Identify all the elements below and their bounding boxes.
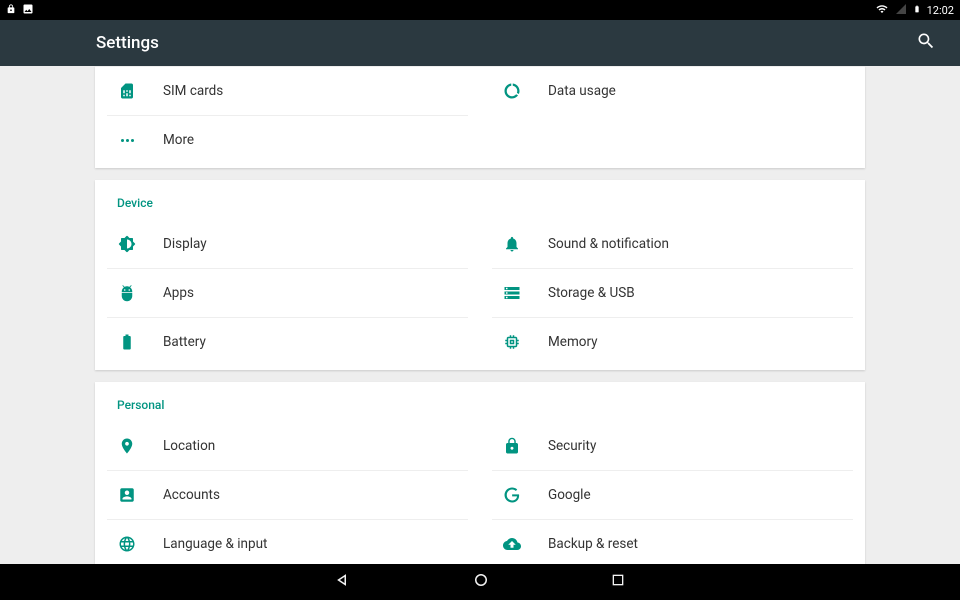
item-label: Google <box>548 487 591 503</box>
sim-icon <box>118 82 136 100</box>
search-button[interactable] <box>916 31 936 55</box>
nav-home-button[interactable] <box>472 571 490 593</box>
personal-card: Personal Location Security Accounts <box>95 382 865 564</box>
home-icon <box>472 571 490 589</box>
item-label: Language & input <box>163 536 267 552</box>
settings-item-memory[interactable]: Memory <box>480 318 865 366</box>
settings-item-location[interactable]: Location <box>95 422 480 470</box>
item-label: Apps <box>163 285 194 301</box>
item-label: Display <box>163 236 207 252</box>
section-header-device: Device <box>95 180 865 220</box>
item-label: More <box>163 132 194 148</box>
item-label: Memory <box>548 334 598 350</box>
settings-item-sim-cards[interactable]: SIM cards <box>95 67 480 115</box>
backup-icon <box>503 535 521 553</box>
navigation-bar <box>0 564 960 600</box>
item-label: Location <box>163 438 215 454</box>
globe-icon <box>118 535 136 553</box>
screenshot-icon <box>22 3 34 18</box>
google-icon <box>503 486 521 504</box>
device-card: Device Display Sound & notification A <box>95 180 865 370</box>
settings-item-data-usage[interactable]: Data usage <box>480 67 865 115</box>
item-label: Backup & reset <box>548 536 638 552</box>
back-icon <box>334 571 352 589</box>
settings-item-battery[interactable]: Battery <box>95 318 480 366</box>
more-icon <box>121 139 134 142</box>
nav-back-button[interactable] <box>334 571 352 593</box>
item-label: SIM cards <box>163 83 223 99</box>
settings-item-accounts[interactable]: Accounts <box>95 471 480 519</box>
data-usage-icon <box>503 82 521 100</box>
settings-item-backup[interactable]: Backup & reset <box>480 520 865 564</box>
settings-item-language[interactable]: Language & input <box>95 520 480 564</box>
status-bar: 12:02 <box>0 0 960 20</box>
recent-icon <box>610 572 626 588</box>
memory-icon <box>503 333 521 351</box>
settings-item-security[interactable]: Security <box>480 422 865 470</box>
settings-item-sound[interactable]: Sound & notification <box>480 220 865 268</box>
settings-item-more[interactable]: More <box>95 116 480 164</box>
item-label: Security <box>548 438 596 454</box>
item-label: Accounts <box>163 487 220 503</box>
item-label: Data usage <box>548 83 616 99</box>
section-header-personal: Personal <box>95 382 865 422</box>
battery-icon <box>118 333 136 351</box>
page-title: Settings <box>96 33 159 53</box>
bell-icon <box>503 235 521 253</box>
settings-item-apps[interactable]: Apps <box>95 269 480 317</box>
settings-item-google[interactable]: Google <box>480 471 865 519</box>
account-icon <box>118 486 136 504</box>
battery-icon <box>913 2 921 19</box>
display-icon <box>118 235 136 253</box>
storage-icon <box>503 284 521 302</box>
nav-recent-button[interactable] <box>610 572 626 592</box>
item-label: Battery <box>163 334 206 350</box>
wifi-icon <box>875 3 889 18</box>
settings-item-display[interactable]: Display <box>95 220 480 268</box>
settings-scroll-area[interactable]: SIM cards Data usage More Device <box>0 66 960 564</box>
app-bar: Settings <box>0 20 960 66</box>
no-signal-icon <box>895 3 907 18</box>
lock-icon <box>6 3 16 18</box>
status-time: 12:02 <box>927 4 954 17</box>
apps-icon <box>118 284 136 302</box>
item-label: Sound & notification <box>548 236 669 252</box>
item-label: Storage & USB <box>548 285 635 301</box>
lock-icon <box>503 437 521 455</box>
settings-item-storage[interactable]: Storage & USB <box>480 269 865 317</box>
search-icon <box>916 31 936 51</box>
location-icon <box>118 437 136 455</box>
wireless-card-partial: SIM cards Data usage More <box>95 66 865 168</box>
